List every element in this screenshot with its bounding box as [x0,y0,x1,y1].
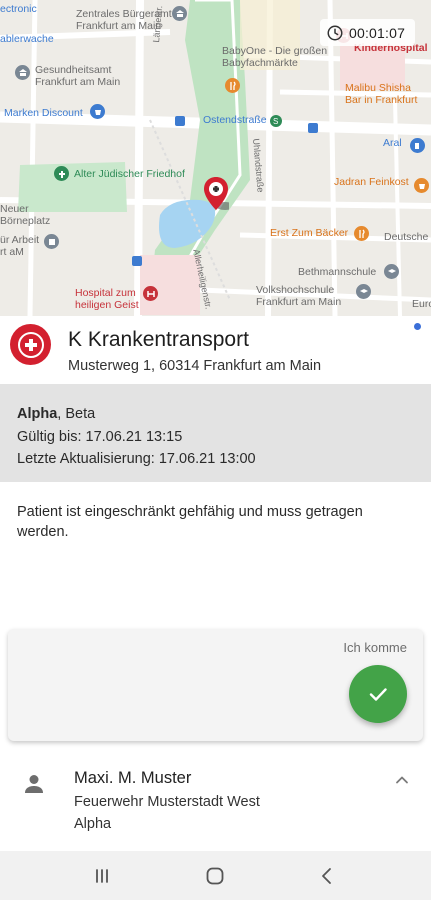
office-poi-icon[interactable] [44,234,59,249]
patient-name: Alpha, Beta [17,403,431,426]
recents-button[interactable] [89,863,115,889]
system-navigation-bar [0,851,431,900]
destination-header: K Krankentransport Musterweg 1, 60314 Fr… [0,316,431,384]
responder-item[interactable]: Maxi. M. Muster Feuerwehr Musterstadt We… [0,758,431,850]
map-label: ectronic [0,3,37,15]
cemetery-poi-icon[interactable] [54,166,69,181]
hospital-poi-icon[interactable] [143,286,158,301]
subway-station-icon[interactable]: S [270,115,282,127]
map-label: Neuer Börneplatz [0,203,51,227]
bakery-poi-icon[interactable] [354,226,369,241]
gas-station-poi-icon[interactable] [410,138,425,153]
map-label: Malibu Shisha Bar in Frankfurt [345,82,418,106]
map-label: Alter Jüdischer Friedhof [74,168,185,180]
map-label: Bethmannschule [298,266,377,278]
map-label: Erst Zum Bäcker [270,227,349,239]
person-icon [25,775,43,793]
patient-last-name: Alpha [17,406,58,422]
school-poi-icon[interactable] [384,264,399,279]
grocery-poi-icon[interactable] [414,178,429,193]
check-icon [369,688,387,701]
bus-stop-icon[interactable] [308,123,318,133]
map-label: Gesundheitsamt Frankfurt am Main [35,64,121,88]
svg-text:S: S [273,117,278,126]
elapsed-timer: 00:01:07 [320,19,415,46]
last-update: Letzte Aktualisierung: 17.06.21 13:00 [17,451,256,467]
location-marker-icon[interactable] [203,176,229,212]
response-label: Ich komme [343,640,407,655]
map-label: Euro [412,298,431,310]
destination-address[interactable]: Musterweg 1, 60314 Frankfurt am Main [68,358,321,374]
responder-unit: Alpha [74,816,112,832]
patient-first-name: , Beta [57,406,96,422]
back-button[interactable] [314,863,340,889]
valid-until: Gültig bis: 17.06.21 13:15 [17,428,183,445]
government-poi-icon[interactable] [172,6,187,21]
ambulance-cross-icon [10,324,51,365]
back-icon [322,868,331,884]
government-poi-icon[interactable] [15,65,30,80]
map-label: Marken Discount [4,107,83,119]
map-label: Ostendstraße [203,114,267,126]
map-label: BabyOne - Die großen Babyfachmärkte [222,45,328,69]
school-poi-icon[interactable] [356,284,371,299]
map-label: Hospital zum heiligen Geist [75,287,139,311]
map-view[interactable]: ectronic Zentrales Bürgeramt Frankfurt a… [0,0,431,316]
map-label: Deutsche [384,231,429,243]
timer-value: 00:01:07 [349,24,406,41]
home-icon [206,867,224,885]
restaurant-poi-icon[interactable] [225,78,240,93]
responder-organization: Feuerwehr Musterstadt West [74,794,260,810]
response-card: Ich komme [8,629,423,741]
clock-icon [327,25,343,40]
home-button[interactable] [202,863,228,889]
bus-stop-icon[interactable] [132,256,142,266]
map-label: ür Arbeit rt aM [0,234,40,258]
patient-info-panel: Alpha, Beta Gültig bis: 17.06.21 13:15 L… [0,384,431,482]
map-label: ablerwache [0,33,54,45]
map-label: Aral [383,137,402,149]
confirm-coming-button[interactable] [349,665,407,723]
responder-name: Maxi. M. Muster [74,769,192,787]
recents-icon [96,869,108,883]
mission-note: Patient ist eingeschränkt gehfähig und m… [17,504,363,540]
shopping-poi-icon[interactable] [90,104,105,119]
map-label: Volkshochschule Frankfurt am Main [256,284,342,308]
unread-indicator [414,323,421,330]
map-label: Jadran Feinkost [334,176,409,188]
destination-title: K Krankentransport [68,328,249,351]
bus-stop-icon[interactable] [175,116,185,126]
chevron-up-icon[interactable] [392,770,412,790]
